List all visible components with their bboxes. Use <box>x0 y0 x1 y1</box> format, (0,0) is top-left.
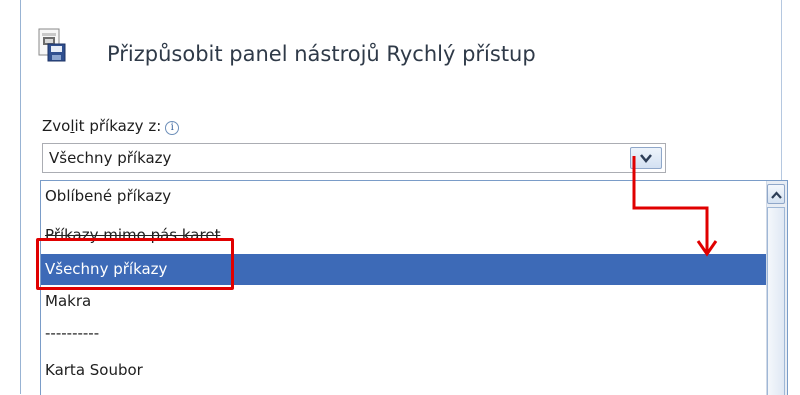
chevron-down-icon <box>640 154 652 163</box>
list-item[interactable]: Oblíbené příkazy <box>41 181 766 212</box>
quick-access-toolbar-icon <box>38 28 66 62</box>
scrollbar-thumb[interactable] <box>767 207 785 395</box>
chevron-up-icon <box>771 191 782 199</box>
combobox-value: Všechny příkazy <box>49 149 172 167</box>
info-icon[interactable]: i <box>165 121 180 135</box>
list-item-separator[interactable]: ---------- <box>41 323 766 354</box>
dropdown-button[interactable] <box>630 147 662 169</box>
list-scrollbar[interactable] <box>766 181 787 395</box>
list-item[interactable]: Karta Soubor <box>41 355 766 386</box>
scroll-up-button[interactable] <box>767 184 785 204</box>
dialog-title: Přizpůsobit panel nástrojů Rychlý přístu… <box>107 42 536 66</box>
highlight-box <box>36 238 234 290</box>
list-item[interactable]: Makra <box>41 286 766 317</box>
choose-commands-combobox[interactable]: Všechny příkazy <box>42 143 666 173</box>
choose-commands-label: Zvolit příkazy z: i <box>42 117 180 135</box>
